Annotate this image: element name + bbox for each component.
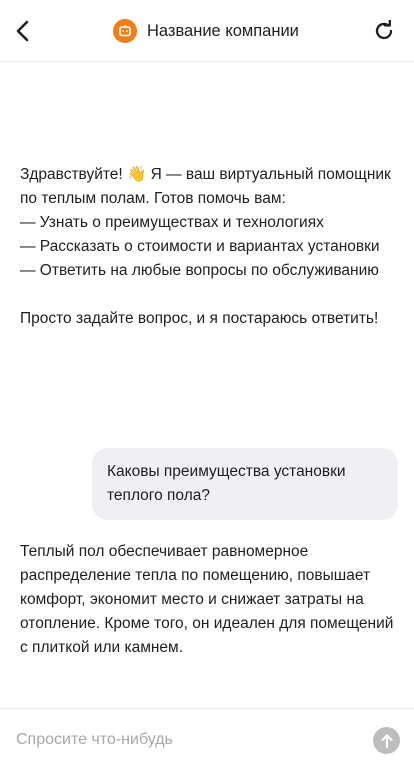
chat-messages: Здравствуйте! 👋 Я — ваш виртуальный помо… (0, 62, 414, 708)
send-button[interactable] (373, 727, 400, 754)
bot-message: Теплый пол обеспечивает равномерное расп… (20, 540, 396, 660)
message-input[interactable] (16, 725, 356, 755)
header-title-group: Название компании (113, 19, 299, 43)
arrow-up-icon (380, 733, 393, 748)
refresh-icon (375, 20, 393, 40)
company-logo (113, 19, 137, 43)
bot-message: Здравствуйте! 👋 Я — ваш виртуальный помо… (20, 163, 396, 331)
bot-message-text: Теплый пол обеспечивает равномерное расп… (20, 543, 394, 656)
refresh-button[interactable] (370, 17, 398, 45)
bot-message-line: Просто задайте вопрос, и я постараюсь от… (20, 310, 379, 327)
chat-bot-icon (119, 25, 131, 37)
user-message: Каковы преимущества установки теплого по… (92, 448, 398, 520)
bot-message-line: — Ответить на любые вопросы по обслужива… (20, 262, 379, 279)
bot-message-line: — Узнать о преимуществах и технологиях (20, 214, 324, 231)
back-button[interactable] (8, 15, 36, 47)
bot-message-line: Здравствуйте! 👋 Я — ваш виртуальный помо… (20, 166, 391, 207)
page-title: Название компании (147, 21, 299, 40)
chat-header: Название компании (0, 0, 414, 62)
bot-message-line: — Рассказать о стоимости и вариантах уст… (20, 238, 380, 255)
chevron-left-icon (16, 20, 29, 42)
message-composer (0, 708, 414, 770)
